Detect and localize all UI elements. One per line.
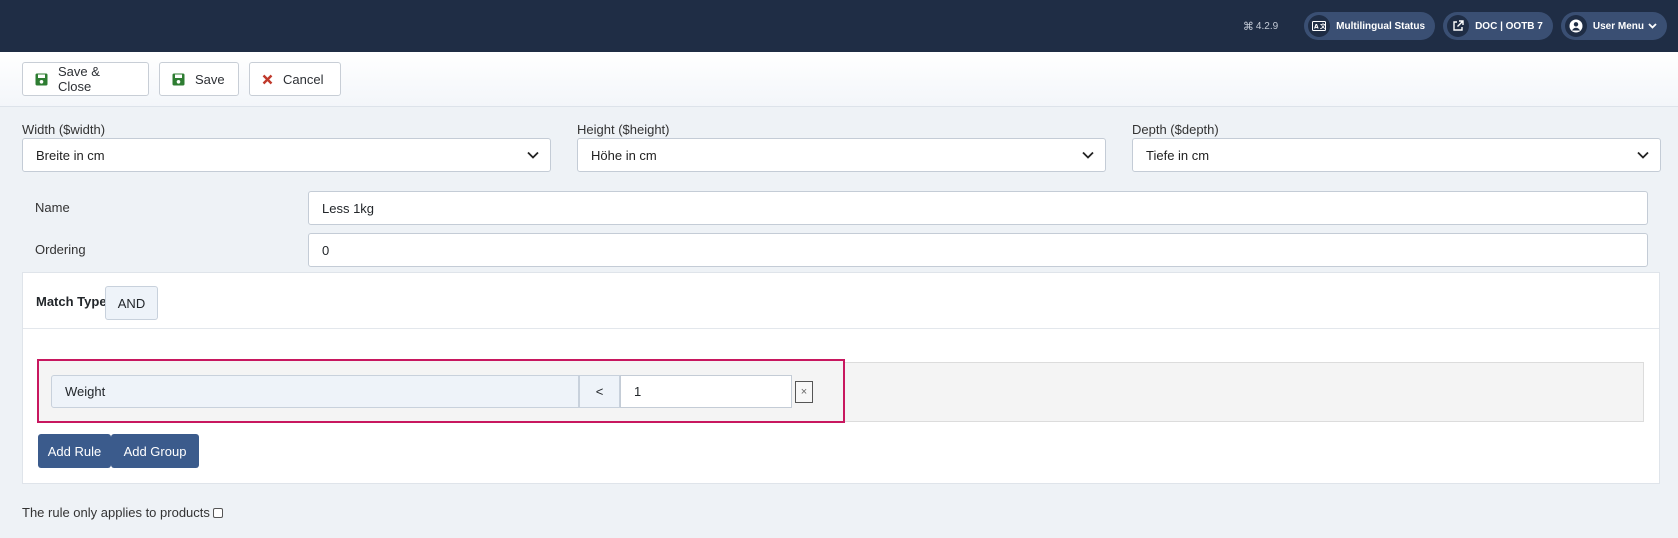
top-header: ⌘ 4.2.9 A文 Multilingual Status DOC | OOT… xyxy=(0,0,1678,52)
save-close-label: Save & Close xyxy=(58,64,100,94)
add-group-label: Add Group xyxy=(123,443,187,459)
save-icon xyxy=(172,73,185,86)
match-type-value: AND xyxy=(117,295,146,311)
height-label: Height ($height) xyxy=(577,122,670,137)
rule-operator-select[interactable]: < xyxy=(579,375,620,408)
rule-builder-card: Match Type AND Weight < 1 × Add Rule Add… xyxy=(22,272,1660,484)
products-only-label: The rule only applies to products xyxy=(22,505,210,520)
products-only-row: The rule only applies to products xyxy=(22,505,223,520)
user-icon xyxy=(1564,15,1587,37)
external-link-icon xyxy=(1447,15,1470,37)
rule-value-text: 1 xyxy=(634,384,642,399)
joomla-icon: ⌘ xyxy=(1242,20,1254,33)
ordering-label: Ordering xyxy=(35,242,86,257)
multilingual-status-button[interactable]: A文 Multilingual Status xyxy=(1304,12,1436,40)
toolbar: Save & Close Save Cancel xyxy=(0,52,1678,107)
close-icon: × xyxy=(800,386,808,398)
version-label: 4.2.9 xyxy=(1255,20,1279,32)
cancel-label: Cancel xyxy=(283,71,324,87)
save-close-button[interactable]: Save & Close xyxy=(22,62,149,96)
rule-operator-value: < xyxy=(595,384,604,399)
width-label: Width ($width) xyxy=(22,122,106,137)
chevron-down-icon xyxy=(1648,21,1657,32)
add-rule-button[interactable]: Add Rule xyxy=(38,434,111,468)
chevron-down-icon xyxy=(516,139,550,171)
svg-text:A: A xyxy=(1314,24,1319,31)
name-input[interactable]: Less 1kg xyxy=(308,191,1648,225)
rule-builder-header: Match Type AND xyxy=(23,273,1659,329)
user-menu-label: User Menu xyxy=(1592,20,1644,32)
chevron-down-icon xyxy=(1071,139,1105,171)
save-label: Save xyxy=(195,71,225,87)
match-type-label: Match Type xyxy=(36,294,107,309)
height-select-value: Höhe in cm xyxy=(591,147,657,163)
width-select[interactable]: Breite in cm xyxy=(22,138,551,172)
save-icon xyxy=(35,73,48,86)
width-select-value: Breite in cm xyxy=(36,147,105,163)
name-input-value: Less 1kg xyxy=(322,200,375,216)
close-icon xyxy=(262,74,273,85)
save-button[interactable]: Save xyxy=(159,62,239,96)
match-type-and-button[interactable]: AND xyxy=(105,286,158,320)
rule-field-select[interactable]: Weight xyxy=(51,375,579,408)
version-info: ⌘ 4.2.9 xyxy=(1243,20,1278,33)
rule-value-input[interactable]: 1 xyxy=(620,375,792,408)
site-link-button[interactable]: DOC | OOTB 7 xyxy=(1443,12,1553,40)
height-select[interactable]: Höhe in cm xyxy=(577,138,1106,172)
products-only-checkbox[interactable] xyxy=(212,507,223,518)
chevron-down-icon xyxy=(1626,139,1660,171)
language-icon: A文 xyxy=(1308,15,1331,37)
svg-text:文: 文 xyxy=(1319,23,1326,31)
user-menu-button[interactable]: User Menu xyxy=(1560,12,1667,40)
name-label: Name xyxy=(35,200,70,215)
depth-select-value: Tiefe in cm xyxy=(1146,147,1210,163)
ordering-input[interactable]: 0 xyxy=(308,233,1648,267)
depth-select[interactable]: Tiefe in cm xyxy=(1132,138,1661,172)
cancel-button[interactable]: Cancel xyxy=(249,62,341,96)
depth-label: Depth ($depth) xyxy=(1132,122,1219,137)
site-name-label: DOC | OOTB 7 xyxy=(1475,20,1543,32)
ordering-input-value: 0 xyxy=(322,242,330,258)
multilingual-status-label: Multilingual Status xyxy=(1336,20,1426,32)
add-group-button[interactable]: Add Group xyxy=(111,434,199,468)
rule-field-value: Weight xyxy=(65,384,106,399)
add-rule-label: Add Rule xyxy=(47,443,102,459)
delete-rule-button[interactable]: × xyxy=(795,381,813,403)
